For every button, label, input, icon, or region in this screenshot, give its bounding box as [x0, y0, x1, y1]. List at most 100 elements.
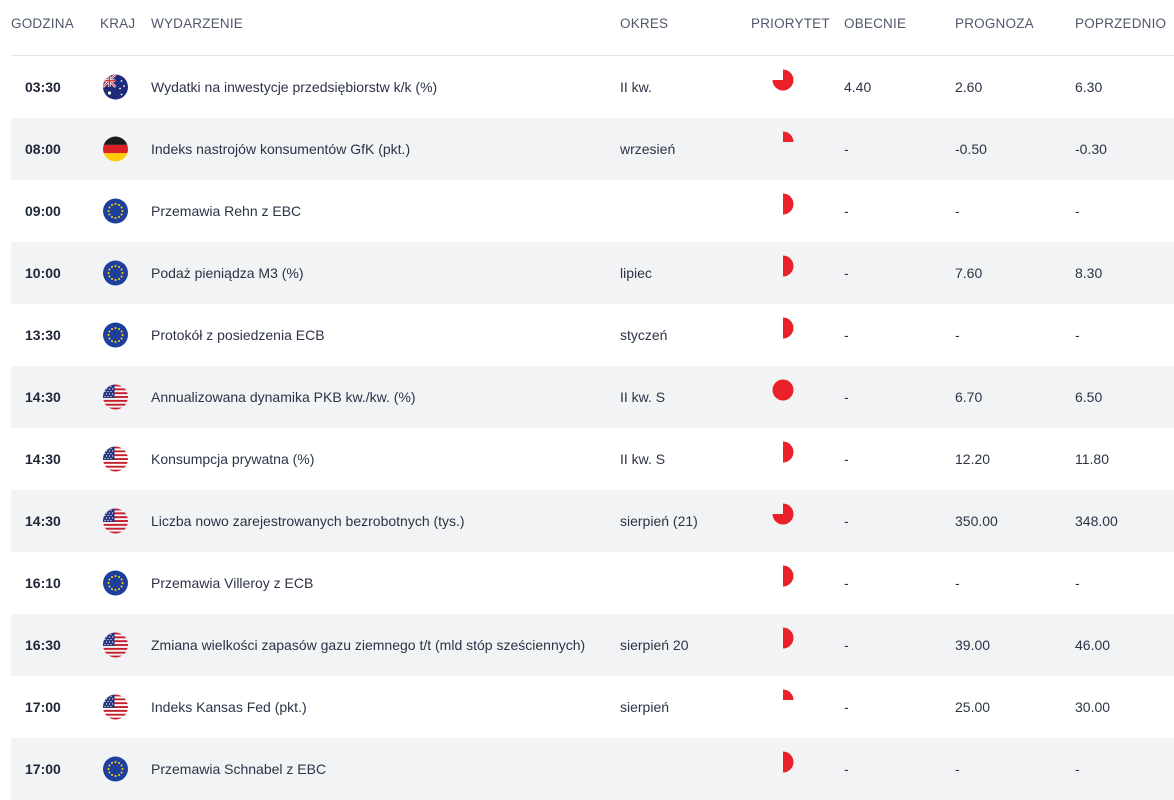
- table-row[interactable]: 08:00 Indeks nastrojów konsumentów GfK (…: [11, 118, 1174, 180]
- header-actual: OBECNIE: [844, 16, 907, 31]
- previous-value: -0.30: [1075, 141, 1107, 157]
- event-name: Indeks nastrojów konsumentów GfK (pkt.): [151, 141, 411, 157]
- table-body: 03:30 Wydatki na inwestycje przedsiębior…: [0, 56, 1174, 800]
- priority-pie-icon: [772, 317, 794, 339]
- priority-pie-icon: [772, 69, 794, 91]
- actual-value: -: [844, 451, 849, 467]
- header-time: GODZINA: [11, 16, 74, 31]
- priority-pie-icon: [772, 193, 794, 215]
- previous-value: 6.30: [1075, 79, 1103, 95]
- table-row[interactable]: 14:30 Liczba nowo zarejestrowanych bezro…: [11, 490, 1174, 552]
- event-name: Przemawia Schnabel z EBC: [151, 761, 327, 777]
- event-time: 16:10: [25, 575, 61, 591]
- priority-pie-icon: [772, 441, 794, 463]
- actual-value: -: [844, 265, 849, 281]
- eu-flag-icon: [103, 756, 128, 782]
- table-row[interactable]: 16:30 Zmiana wielkości zapasów gazu ziem…: [11, 614, 1174, 676]
- priority-pie-icon: [772, 503, 794, 525]
- actual-value: -: [844, 575, 849, 591]
- germany-flag-icon: [103, 136, 128, 162]
- table-header: GODZINA KRAJ WYDARZENIE OKRES PRIORYTET …: [11, 0, 1174, 56]
- eu-flag-icon: [103, 260, 128, 286]
- table-row[interactable]: 03:30 Wydatki na inwestycje przedsiębior…: [11, 56, 1174, 118]
- previous-value: -: [1075, 327, 1080, 343]
- eu-flag-icon: [103, 570, 128, 596]
- event-time: 03:30: [25, 79, 61, 95]
- actual-value: -: [844, 513, 849, 529]
- event-period: lipiec: [620, 265, 652, 281]
- table-row[interactable]: 17:00 Indeks Kansas Fed (pkt.) sierpień …: [11, 676, 1174, 738]
- table-row[interactable]: 09:00 Przemawia Rehn z EBC - - -: [11, 180, 1174, 242]
- event-period: sierpień (21): [620, 513, 698, 529]
- event-time: 14:30: [25, 389, 61, 405]
- event-time: 17:00: [25, 699, 61, 715]
- event-period: styczeń: [620, 327, 668, 343]
- table-row[interactable]: 14:30 Annualizowana dynamika PKB kw./kw.…: [11, 366, 1174, 428]
- event-time: 14:30: [25, 513, 61, 529]
- usa-flag-icon: [103, 508, 128, 534]
- event-time: 14:30: [25, 451, 61, 467]
- forecast-value: 350.00: [955, 513, 998, 529]
- priority-pie-icon: [772, 627, 794, 649]
- forecast-value: 6.70: [955, 389, 983, 405]
- header-event: WYDARZENIE: [151, 16, 244, 31]
- usa-flag-icon: [103, 632, 128, 658]
- previous-value: 8.30: [1075, 265, 1103, 281]
- actual-value: -: [844, 637, 849, 653]
- event-name: Konsumpcja prywatna (%): [151, 451, 315, 467]
- actual-value: -: [844, 141, 849, 157]
- actual-value: -: [844, 761, 849, 777]
- forecast-value: -0.50: [955, 141, 987, 157]
- priority-pie-icon: [772, 751, 794, 773]
- event-period: II kw. S: [620, 389, 666, 405]
- header-period: OKRES: [620, 16, 669, 31]
- event-time: 08:00: [25, 141, 61, 157]
- event-time: 17:00: [25, 761, 61, 777]
- event-time: 10:00: [25, 265, 61, 281]
- forecast-value: 7.60: [955, 265, 983, 281]
- actual-value: 4.40: [844, 79, 872, 95]
- previous-value: 6.50: [1075, 389, 1103, 405]
- table-row[interactable]: 13:30 Protokół z posiedzenia ECB styczeń…: [11, 304, 1174, 366]
- event-period: sierpień 20: [620, 637, 689, 653]
- eu-flag-icon: [103, 322, 128, 348]
- australia-flag-icon: [103, 74, 128, 100]
- forecast-value: 2.60: [955, 79, 983, 95]
- priority-pie-icon: [772, 255, 794, 277]
- usa-flag-icon: [103, 446, 128, 472]
- previous-value: -: [1075, 575, 1080, 591]
- previous-value: 11.80: [1075, 451, 1109, 467]
- event-name: Przemawia Rehn z EBC: [151, 203, 302, 219]
- header-forecast: PROGNOZA: [955, 16, 1034, 31]
- priority-pie-icon: [772, 131, 794, 153]
- event-name: Indeks Kansas Fed (pkt.): [151, 699, 307, 715]
- previous-value: 348.00: [1075, 513, 1118, 529]
- event-name: Zmiana wielkości zapasów gazu ziemnego t…: [151, 637, 586, 653]
- table-row[interactable]: 14:30 Konsumpcja prywatna (%) II kw. S -…: [11, 428, 1174, 490]
- event-time: 09:00: [25, 203, 61, 219]
- header-previous: POPRZEDNIO: [1075, 16, 1167, 31]
- forecast-value: -: [955, 203, 960, 219]
- priority-pie-icon: [772, 379, 794, 401]
- table-row[interactable]: 16:10 Przemawia Villeroy z ECB - - -: [11, 552, 1174, 614]
- priority-pie-icon: [772, 689, 794, 711]
- usa-flag-icon: [103, 384, 128, 410]
- event-name: Przemawia Villeroy z ECB: [151, 575, 314, 591]
- event-period: II kw.: [620, 79, 652, 95]
- actual-value: -: [844, 389, 849, 405]
- eu-flag-icon: [103, 198, 128, 224]
- header-country: KRAJ: [100, 16, 136, 31]
- event-time: 13:30: [25, 327, 61, 343]
- event-name: Podaż pieniądza M3 (%): [151, 265, 304, 281]
- economic-calendar-table: GODZINA KRAJ WYDARZENIE OKRES PRIORYTET …: [0, 0, 1174, 800]
- table-row[interactable]: 17:00 Przemawia Schnabel z EBC - - -: [11, 738, 1174, 800]
- event-period: II kw. S: [620, 451, 666, 467]
- header-priority: PRIORYTET: [751, 16, 830, 31]
- actual-value: -: [844, 699, 849, 715]
- forecast-value: -: [955, 761, 960, 777]
- event-name: Wydatki na inwestycje przedsiębiorstw k/…: [151, 79, 438, 95]
- table-row[interactable]: 10:00 Podaż pieniądza M3 (%) lipiec - 7.…: [11, 242, 1174, 304]
- previous-value: -: [1075, 761, 1080, 777]
- event-time: 16:30: [25, 637, 61, 653]
- previous-value: 30.00: [1075, 699, 1111, 715]
